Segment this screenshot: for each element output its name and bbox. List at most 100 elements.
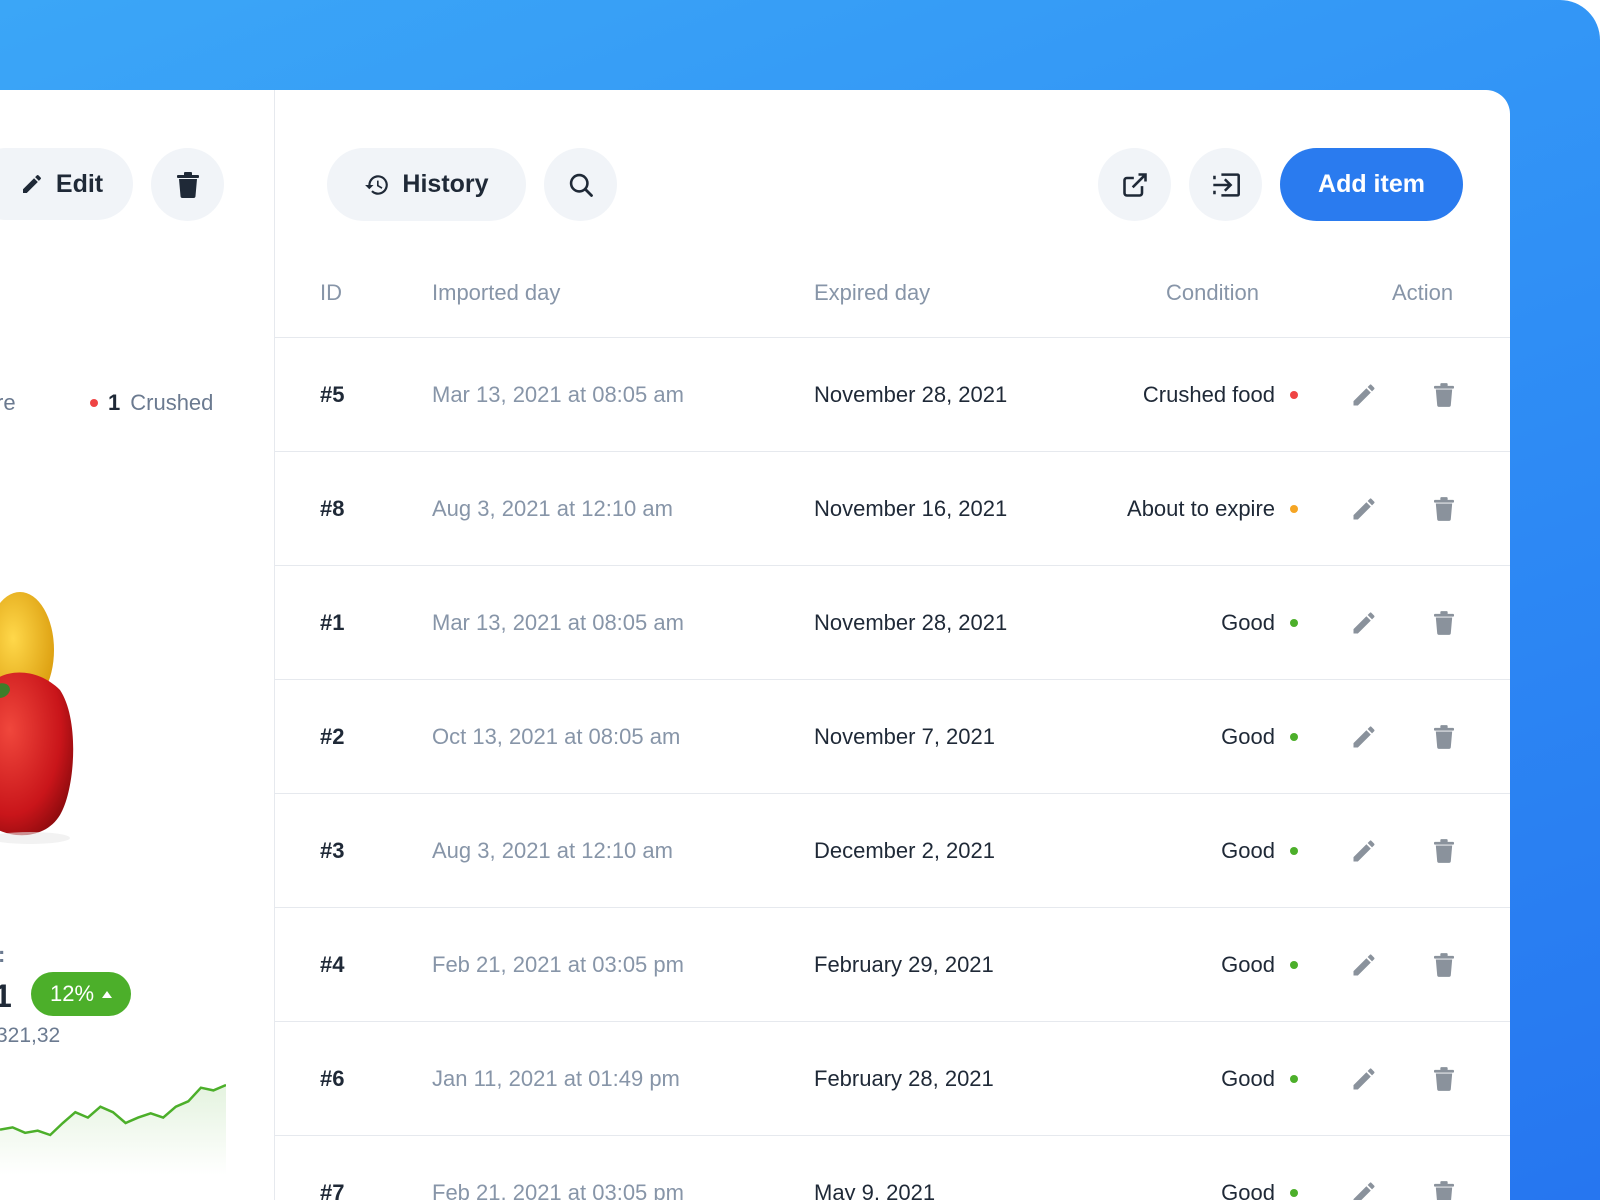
status-dot-red xyxy=(90,399,98,407)
row-edit-button[interactable] xyxy=(1347,566,1381,680)
table-row[interactable]: #5 Mar 13, 2021 at 08:05 am November 28, 2… xyxy=(275,338,1510,452)
cell-condition: Crushed food xyxy=(1142,382,1275,407)
stat-colon: : xyxy=(0,942,5,968)
cell-expired: February 29, 2021 xyxy=(814,952,994,977)
cell-id: #7 xyxy=(320,1180,345,1200)
row-edit-button[interactable] xyxy=(1347,452,1381,566)
row-delete-button[interactable] xyxy=(1429,1136,1459,1200)
cell-id: #2 xyxy=(320,724,345,749)
growth-badge: 12% xyxy=(31,972,131,1016)
row-delete-button[interactable] xyxy=(1429,680,1459,794)
status-dot xyxy=(1290,794,1298,908)
cell-expired: November 28, 2021 xyxy=(814,610,1008,635)
caret-up-icon xyxy=(102,990,113,998)
status-dot-orange xyxy=(1290,505,1298,513)
status-dot-green xyxy=(1290,847,1298,855)
column-header-condition[interactable]: Condition xyxy=(1166,280,1259,306)
column-header-imported[interactable]: Imported day xyxy=(432,280,560,306)
cell-condition: Good xyxy=(1221,1066,1275,1091)
trash-icon xyxy=(1434,839,1454,863)
export-button[interactable] xyxy=(1098,148,1171,221)
trash-icon xyxy=(1434,953,1454,977)
column-header-action: Action xyxy=(1392,280,1454,305)
cell-imported: Aug 3, 2021 at 12:10 am xyxy=(432,838,673,863)
history-icon xyxy=(365,174,389,195)
pencil-icon xyxy=(1353,726,1375,748)
column-header-expired[interactable]: Expired day xyxy=(814,280,930,306)
search-icon xyxy=(569,173,593,197)
trash-icon xyxy=(1434,1181,1454,1200)
cell-expired: November 28, 2021 xyxy=(814,382,1008,407)
cell-imported: Jan 11, 2021 at 01:49 pm xyxy=(432,1066,680,1091)
table-row[interactable]: #6 Jan 11, 2021 at 01:49 pm February 28, 2… xyxy=(275,1022,1510,1136)
cell-id: #4 xyxy=(320,952,345,977)
pencil-icon xyxy=(1353,612,1375,634)
row-delete-button[interactable] xyxy=(1429,794,1459,908)
edit-button[interactable]: Edit xyxy=(0,148,133,220)
product-detail-panel: Edit re 1 Crushed : 1 12% xyxy=(0,90,275,1200)
import-icon xyxy=(1212,172,1240,197)
status-dot xyxy=(1290,566,1298,680)
cell-expired: November 16, 2021 xyxy=(814,496,1008,521)
history-button-label: History xyxy=(402,170,489,198)
pencil-icon xyxy=(1353,1182,1375,1200)
row-delete-button[interactable] xyxy=(1429,1022,1459,1136)
cell-condition: Good xyxy=(1221,724,1275,749)
trash-icon xyxy=(1434,383,1454,407)
status-dot-green xyxy=(1290,619,1298,627)
row-edit-button[interactable] xyxy=(1347,338,1381,452)
row-edit-button[interactable] xyxy=(1347,908,1381,1022)
table-row[interactable]: #7 Feb 21, 2021 at 03:05 pm May 9, 2021 Goo… xyxy=(275,1136,1510,1200)
table-row[interactable]: #1 Mar 13, 2021 at 08:05 am November 28, 2… xyxy=(275,566,1510,680)
delete-product-button[interactable] xyxy=(151,148,224,221)
cell-condition: Good xyxy=(1221,1180,1275,1200)
pencil-icon xyxy=(1353,954,1375,976)
table-row[interactable]: #3 Aug 3, 2021 at 12:10 am December 2, 202… xyxy=(275,794,1510,908)
row-delete-button[interactable] xyxy=(1429,452,1459,566)
trash-icon xyxy=(176,171,199,198)
cell-condition: About to expire xyxy=(1127,496,1275,521)
cell-condition: Good xyxy=(1221,952,1275,977)
row-edit-button[interactable] xyxy=(1347,1136,1381,1200)
status-dot xyxy=(1290,680,1298,794)
legend-count: 1 xyxy=(108,390,121,415)
cell-condition: Good xyxy=(1221,610,1275,635)
row-delete-button[interactable] xyxy=(1429,908,1459,1022)
add-item-button[interactable]: Add item xyxy=(1280,148,1463,221)
legend-label: Crushed xyxy=(130,390,214,415)
trash-icon xyxy=(1434,725,1454,749)
condition-legend: re 1 Crushed xyxy=(0,390,274,420)
cell-imported: Mar 13, 2021 at 08:05 am xyxy=(432,610,684,635)
pencil-icon xyxy=(1353,1068,1375,1090)
pencil-icon xyxy=(1353,498,1375,520)
history-button[interactable]: History xyxy=(327,148,526,221)
row-delete-button[interactable] xyxy=(1429,338,1459,452)
cell-id: #8 xyxy=(320,496,345,521)
row-edit-button[interactable] xyxy=(1347,794,1381,908)
column-header-id[interactable]: ID xyxy=(320,280,342,306)
search-button[interactable] xyxy=(544,148,617,221)
status-dot-green xyxy=(1290,1075,1298,1083)
cell-imported: Aug 3, 2021 at 12:10 am xyxy=(432,496,673,521)
cell-imported: Oct 13, 2021 at 08:05 am xyxy=(432,724,681,749)
cell-id: #1 xyxy=(320,610,345,635)
import-button[interactable] xyxy=(1189,148,1262,221)
status-dot xyxy=(1290,338,1298,452)
pencil-icon xyxy=(1353,384,1375,406)
cell-expired: February 28, 2021 xyxy=(814,1066,994,1091)
row-edit-button[interactable] xyxy=(1347,680,1381,794)
cell-imported: Feb 21, 2021 at 03:05 pm xyxy=(432,952,684,977)
table-row[interactable]: #8 Aug 3, 2021 at 12:10 am November 16, 20… xyxy=(275,452,1510,566)
row-delete-button[interactable] xyxy=(1429,566,1459,680)
growth-badge-value: 12% xyxy=(49,981,95,1006)
table-row[interactable]: #2 Oct 13, 2021 at 08:05 am November 7, 20… xyxy=(275,680,1510,794)
stat-value: 1 xyxy=(0,978,12,1015)
row-edit-button[interactable] xyxy=(1347,1022,1381,1136)
cell-condition: Good xyxy=(1221,838,1275,863)
trash-icon xyxy=(1434,497,1454,521)
pencil-icon xyxy=(22,174,41,193)
stat-subvalue: 321,32 xyxy=(0,1024,61,1047)
table-row[interactable]: #4 Feb 21, 2021 at 03:05 pm February 29, 2… xyxy=(275,908,1510,1022)
cell-id: #5 xyxy=(320,382,345,407)
trash-icon xyxy=(1434,1067,1454,1091)
